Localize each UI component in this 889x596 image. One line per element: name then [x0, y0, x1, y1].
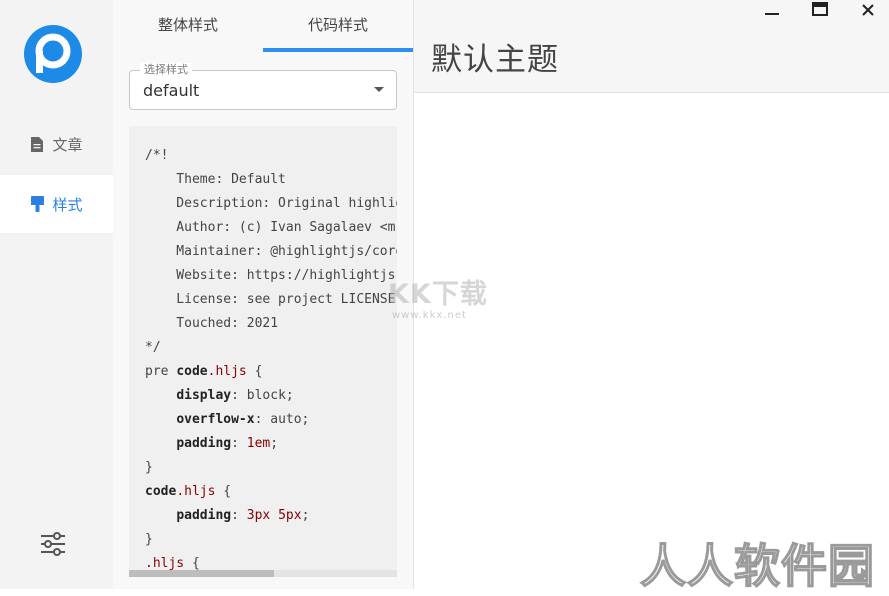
code-line: Website: https://highlightjs.org/ — [176, 268, 397, 283]
code-line: /*! — [145, 148, 169, 163]
nav-item-styles[interactable]: 样式 — [0, 175, 113, 233]
code-line: Maintainer: @highlightjs/core-team — [176, 244, 397, 259]
style-tabs: 整体样式 代码样式 — [113, 0, 413, 54]
chevron-down-icon — [374, 87, 384, 92]
nav-item-articles[interactable]: 文章 — [0, 115, 113, 173]
code-line: } — [145, 532, 153, 547]
code-line: Author: (c) Ivan Sagalaev <m — [145, 220, 396, 235]
nav-rail: 文章 样式 — [0, 0, 113, 589]
code-line: overflow-x: auto; — [176, 412, 310, 427]
scrollbar-thumb[interactable] — [129, 570, 274, 577]
settings-button[interactable] — [39, 531, 67, 557]
code-line: padding: 1em; — [176, 436, 279, 451]
code-preview[interactable]: /*! Theme: Default Description: Original… — [129, 126, 397, 577]
code-line: display: block; — [176, 388, 294, 403]
watermark-kk: KK下载 — [388, 279, 488, 310]
nav-item-label: 样式 — [52, 195, 83, 214]
maximize-button[interactable] — [797, 0, 843, 22]
close-button[interactable] — [845, 0, 889, 22]
select-value: default — [143, 81, 200, 100]
code-text: /*! Theme: Default Description: Original… — [145, 144, 397, 576]
code-line: Description: Original highlightjs style — [176, 196, 397, 211]
code-line: } — [145, 460, 153, 475]
code-line: License: see project LICENSE — [145, 292, 396, 307]
watermark-renren: 人人软件园 — [639, 538, 875, 594]
tab-overall-style[interactable]: 整体样式 — [113, 0, 263, 48]
preview-title: 默认主题 — [431, 42, 559, 78]
horizontal-scrollbar[interactable] — [129, 570, 397, 577]
code-line: .hljs { — [145, 556, 200, 571]
code-line: Touched: 2021 — [145, 316, 279, 331]
close-icon — [861, 2, 875, 21]
style-settings-panel: 整体样式 代码样式 选择样式 default /*! Theme: Defaul… — [113, 0, 414, 589]
nav-item-label: 文章 — [52, 135, 83, 154]
tab-code-style[interactable]: 代码样式 — [263, 0, 413, 48]
code-line: Theme: Default — [145, 172, 286, 187]
code-line: code.hljs { — [145, 484, 232, 499]
minimize-button[interactable] — [749, 0, 795, 22]
code-line: */ — [145, 340, 161, 355]
code-line: pre code.hljs { — [145, 364, 263, 379]
sliders-icon — [39, 532, 67, 561]
minimize-icon — [764, 1, 780, 21]
code-line: padding: 3px 5px; — [176, 508, 310, 523]
style-select[interactable]: 选择样式 default — [129, 63, 397, 110]
app-logo — [23, 24, 83, 84]
document-icon — [30, 136, 44, 152]
active-tab-indicator — [263, 48, 413, 52]
brush-icon — [30, 196, 44, 212]
select-legend: 选择样式 — [140, 63, 192, 77]
watermark-kk-url: www.kkx.net — [392, 310, 467, 321]
maximize-icon — [812, 1, 828, 21]
